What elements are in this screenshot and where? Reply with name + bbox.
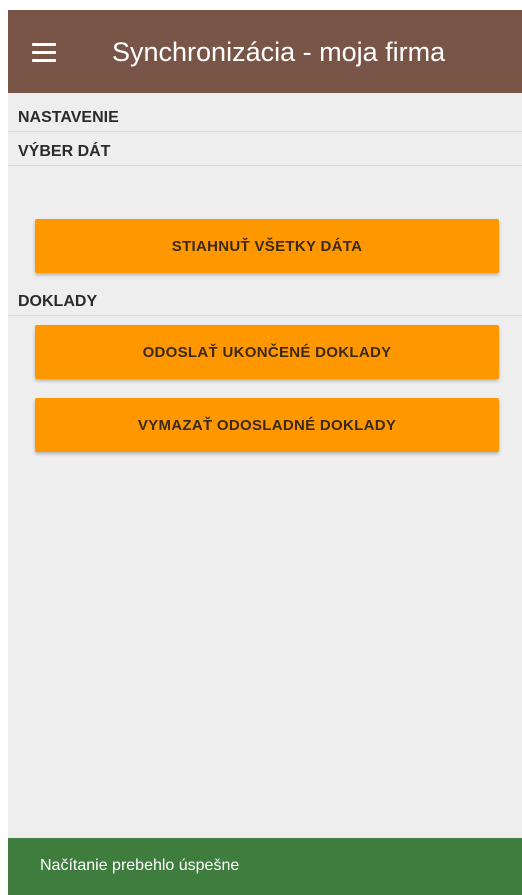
snackbar: Načítanie prebehlo úspešne xyxy=(8,838,522,895)
download-all-data-button[interactable]: STIAHNUŤ VŠETKY DÁTA xyxy=(35,219,499,273)
section-data-selection-header[interactable]: VÝBER DÁT xyxy=(8,140,522,166)
snackbar-message: Načítanie prebehlo úspešne xyxy=(40,857,240,874)
section-settings-label: NASTAVENIE xyxy=(18,109,119,126)
section-settings-header[interactable]: NASTAVENIE xyxy=(8,106,522,132)
app-title: Synchronizácia - moja firma xyxy=(112,37,446,67)
section-data-selection-label: VÝBER DÁT xyxy=(18,143,111,160)
section-documents-label: DOKLADY xyxy=(18,293,98,310)
app-screen: Synchronizácia - moja firma NASTAVENIE V… xyxy=(8,10,522,895)
section-documents-header[interactable]: DOKLADY xyxy=(8,290,522,316)
delete-sent-documents-button[interactable]: VYMAZAŤ ODOSLADNÉ DOKLADY xyxy=(35,398,499,452)
app-bar: Synchronizácia - moja firma xyxy=(8,10,522,93)
hamburger-menu-icon[interactable] xyxy=(22,30,66,74)
send-finished-documents-button[interactable]: ODOSLAŤ UKONČENÉ DOKLADY xyxy=(35,325,499,379)
